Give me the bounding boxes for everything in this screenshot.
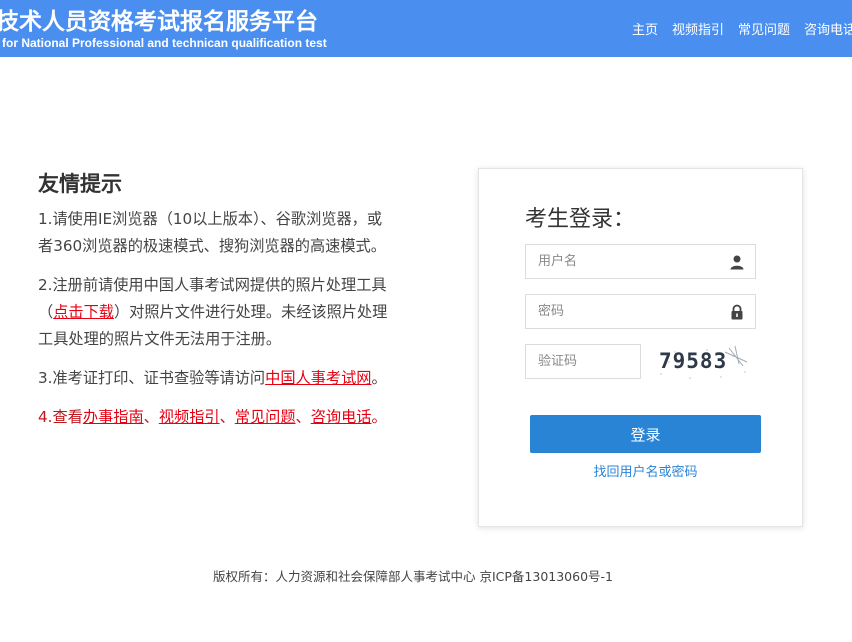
tip-4-end: 。 xyxy=(371,408,387,426)
recover-account-link[interactable]: 找回用户名或密码 xyxy=(530,461,761,480)
top-header: 技术人员资格考试报名服务平台 for National Professional… xyxy=(0,0,852,57)
username-field-wrapper xyxy=(525,244,756,279)
tip-2-line-3: 工具处理的照片文件无法用于注册。 xyxy=(38,330,281,348)
nav-faq[interactable]: 常见问题 xyxy=(738,19,790,38)
footer-copyright: 版权所有：人力资源和社会保障部人事考试中心 京ICP备13013060号-1 xyxy=(212,569,613,584)
tips-panel: 友情提示 1.请使用IE浏览器（10以上版本）、谷歌浏览器，或 者360浏览器的… xyxy=(38,168,458,443)
tip-4-sep-3: 、 xyxy=(295,408,311,426)
tip-2-line-1: 2.注册前请使用中国人事考试网提供的照片处理工具 xyxy=(38,276,387,294)
tip-1-line-2: 者360浏览器的极速模式、搜狗浏览器的高速模式。 xyxy=(38,237,386,255)
user-icon xyxy=(730,255,744,270)
tip-2: 2.注册前请使用中国人事考试网提供的照片处理工具 （点击下载）对照片文件进行处理… xyxy=(38,272,458,353)
hotline-link[interactable]: 咨询电话 xyxy=(311,408,372,426)
nav-home[interactable]: 主页 xyxy=(632,19,658,38)
tip-4-text: 4.查看 xyxy=(38,408,83,426)
tip-4: 4.查看办事指南、视频指引、常见问题、咨询电话。 xyxy=(38,404,458,431)
faq-link[interactable]: 常见问题 xyxy=(235,408,296,426)
tip-3-end: 。 xyxy=(371,369,387,387)
nav-hotline[interactable]: 咨询电话 xyxy=(804,19,852,38)
cpta-website-link[interactable]: 中国人事考试网 xyxy=(265,369,371,387)
guide-link[interactable]: 办事指南 xyxy=(83,408,144,426)
tip-1: 1.请使用IE浏览器（10以上版本）、谷歌浏览器，或 者360浏览器的极速模式、… xyxy=(38,206,458,260)
captcha-image[interactable]: 79583 xyxy=(655,344,755,384)
username-input[interactable] xyxy=(526,245,755,278)
captcha-text: 79583 xyxy=(659,349,727,373)
site-title: 技术人员资格考试报名服务平台 xyxy=(0,9,318,35)
site-subtitle: for National Professional and technican … xyxy=(2,36,327,50)
password-input[interactable] xyxy=(526,295,755,328)
tip-3-text: 3.准考证打印、证书查验等请访问 xyxy=(38,369,266,387)
tip-1-line-1: 1.请使用IE浏览器（10以上版本）、谷歌浏览器，或 xyxy=(38,210,383,228)
captcha-input[interactable] xyxy=(526,345,640,378)
lock-icon xyxy=(731,304,743,320)
login-title: 考生登录： xyxy=(525,207,636,232)
captcha-field-wrapper xyxy=(525,344,641,379)
video-guide-link[interactable]: 视频指引 xyxy=(159,408,220,426)
tip-2-paren-open: （ xyxy=(38,303,54,321)
tips-title: 友情提示 xyxy=(38,172,122,196)
tip-2-line-2-rest: ）对照片文件进行处理。未经该照片处理 xyxy=(113,303,388,321)
login-button[interactable]: 登录 xyxy=(530,415,761,453)
tip-3: 3.准考证打印、证书查验等请访问中国人事考试网。 xyxy=(38,365,458,392)
top-nav: 主页 视频指引 常见问题 咨询电话 xyxy=(632,19,852,38)
tip-4-sep-2: 、 xyxy=(219,408,235,426)
login-panel: 考生登录： 79583 登录 找回用户名或密码 xyxy=(478,168,803,527)
tip-2-line-2: （点击下载）对照片文件进行处理。未经该照片处理 xyxy=(38,299,458,326)
photo-tool-download-link[interactable]: 点击下载 xyxy=(53,303,114,321)
password-field-wrapper xyxy=(525,294,756,329)
nav-video-guide[interactable]: 视频指引 xyxy=(672,19,724,38)
tip-4-sep-1: 、 xyxy=(143,408,159,426)
